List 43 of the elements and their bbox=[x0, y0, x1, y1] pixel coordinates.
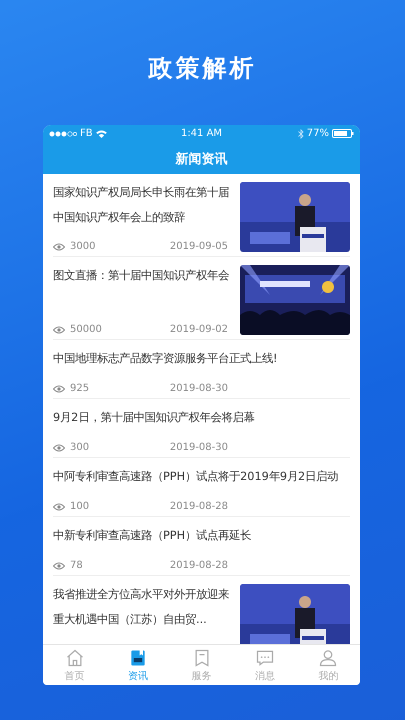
news-date: 2019-08-28 bbox=[170, 560, 228, 572]
eye-icon bbox=[53, 326, 65, 334]
battery-percent: 77% bbox=[306, 128, 330, 140]
news-title: 中新专利审查高速路（PPH）试点再延长 bbox=[53, 528, 252, 544]
status-time: 1:41 AM bbox=[180, 128, 222, 140]
news-title: 国家知识产权局局长申长雨在第十届中国知识产权年会上的致辞 bbox=[53, 185, 230, 226]
view-count: 50000 bbox=[70, 324, 102, 336]
wifi-icon bbox=[96, 130, 107, 138]
view-count: 300 bbox=[70, 442, 90, 454]
news-title: 我省推进全方位高水平对外开放迎来重大机遇中国（江苏）自由贸... bbox=[53, 587, 230, 628]
screen-title: 新闻资讯 bbox=[176, 150, 228, 168]
eye-icon bbox=[53, 242, 65, 251]
signal-icon bbox=[49, 130, 77, 137]
eye-icon bbox=[53, 502, 65, 511]
view-count: 925 bbox=[70, 383, 90, 394]
news-date: 2019-08-28 bbox=[170, 501, 228, 512]
news-title: 9月2日，第十届中国知识产权年会将启幕 bbox=[53, 410, 256, 426]
home-icon bbox=[64, 648, 85, 668]
news-date: 2019-08-30 bbox=[170, 442, 228, 454]
eye-icon bbox=[53, 384, 65, 393]
eye-icon bbox=[53, 562, 65, 570]
news-title: 中国地理标志产品数字资源服务平台正式上线! bbox=[53, 351, 279, 368]
news-item[interactable]: 中阿专利审查高速路（PPH）试点将于2019年9月2日启动 100 2019-08-28 bbox=[53, 458, 350, 518]
person-icon bbox=[318, 648, 338, 668]
news-date: 2019-08-30 bbox=[170, 383, 228, 394]
news-item[interactable]: 国家知识产权局局长申长雨在第十届中国知识产权年会上的致辞 3000 2019-09-05 bbox=[53, 174, 350, 258]
news-date: 2019-09-02 bbox=[170, 324, 228, 336]
carrier-name: FB bbox=[80, 128, 93, 140]
news-item[interactable]: 中国地理标志产品数字资源服务平台正式上线! 925 2019-08-30 bbox=[53, 340, 350, 400]
chat-icon bbox=[254, 648, 275, 668]
page-title: 政策解析 bbox=[148, 53, 256, 84]
news-title: 中阿专利审查高速路（PPH）试点将于2019年9月2日启动 bbox=[53, 469, 340, 486]
news-item[interactable]: 中新专利审查高速路（PPH）试点再延长 78 2019-08-28 bbox=[53, 517, 350, 576]
battery-icon bbox=[332, 129, 354, 138]
view-count: 3000 bbox=[70, 241, 96, 252]
news-item[interactable]: 9月2日，第十届中国知识产权年会将启幕 300 2019-08-30 bbox=[53, 399, 350, 458]
news-date: 2019-09-05 bbox=[170, 241, 228, 252]
view-count: 78 bbox=[70, 560, 83, 572]
view-count: 100 bbox=[70, 501, 90, 512]
news-title: 图文直播：第十届中国知识产权年会 bbox=[53, 268, 230, 284]
bluetooth-icon bbox=[298, 128, 304, 139]
news-item[interactable]: 图文直播：第十届中国知识产权年会 50000 2019-09-02 bbox=[53, 257, 350, 340]
eye-icon bbox=[53, 444, 65, 452]
